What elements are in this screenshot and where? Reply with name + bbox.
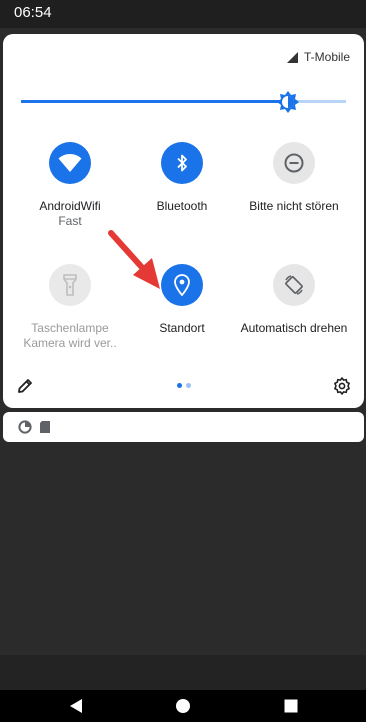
tile-do-not-disturb[interactable]: Bitte nicht stören — [239, 142, 349, 213]
tile-auto-rotate-label: Automatisch drehen — [240, 321, 348, 335]
page-dot — [186, 383, 191, 388]
tile-flashlight-button[interactable] — [49, 264, 91, 306]
do-not-disturb-icon — [284, 153, 304, 173]
tile-location-label: Standort — [159, 321, 205, 335]
tile-auto-rotate[interactable]: Automatisch drehen — [239, 264, 349, 335]
tile-wifi-button[interactable] — [49, 142, 91, 184]
recents-icon[interactable] — [283, 698, 299, 714]
annotation-arrow — [108, 230, 160, 289]
sim-card-icon — [40, 421, 50, 433]
tile-wifi[interactable]: AndroidWifi Fast — [15, 142, 125, 228]
auto-rotate-icon — [285, 275, 303, 295]
carrier-name: T-Mobile — [303, 50, 350, 64]
tile-flashlight-label: Taschenlampe — [31, 321, 109, 335]
status-bar: 06:54 — [0, 0, 366, 28]
location-icon — [174, 274, 190, 296]
signal-icon — [286, 51, 298, 63]
brightness-slider[interactable] — [21, 91, 346, 113]
navigation-bar — [0, 690, 366, 722]
data-saver-icon — [18, 420, 32, 434]
bluetooth-icon — [177, 154, 187, 172]
carrier-indicator: T-Mobile — [286, 50, 350, 64]
page-indicator — [177, 383, 191, 388]
status-time: 06:54 — [14, 4, 52, 21]
settings-icon[interactable] — [333, 377, 351, 395]
tile-flashlight-sublabel: Kamera wird ver.. — [23, 336, 117, 350]
notification-strip[interactable] — [3, 412, 364, 442]
brightness-track-fill — [21, 100, 288, 103]
tile-wifi-sublabel: Fast — [58, 214, 82, 228]
home-icon[interactable] — [175, 698, 191, 714]
back-icon[interactable] — [68, 698, 84, 714]
tile-wifi-label: AndroidWifi — [39, 199, 101, 213]
tile-bluetooth[interactable]: Bluetooth — [127, 142, 237, 213]
edit-icon[interactable] — [16, 377, 34, 395]
tile-location-button[interactable] — [161, 264, 203, 306]
flashlight-icon — [63, 274, 77, 296]
tile-do-not-disturb-label: Bitte nicht stören — [249, 199, 339, 213]
brightness-icon — [276, 91, 299, 113]
brightness-thumb[interactable] — [276, 90, 300, 114]
tile-bluetooth-button[interactable] — [161, 142, 203, 184]
tile-auto-rotate-button[interactable] — [273, 264, 315, 306]
background-strip — [0, 655, 366, 690]
tile-do-not-disturb-button[interactable] — [273, 142, 315, 184]
tile-bluetooth-label: Bluetooth — [156, 199, 208, 213]
quick-settings-panel: T-Mobile AndroidWifi Fast Bluetooth Bitt… — [3, 34, 364, 408]
page-dot-active — [177, 383, 182, 388]
wifi-icon — [58, 154, 82, 172]
